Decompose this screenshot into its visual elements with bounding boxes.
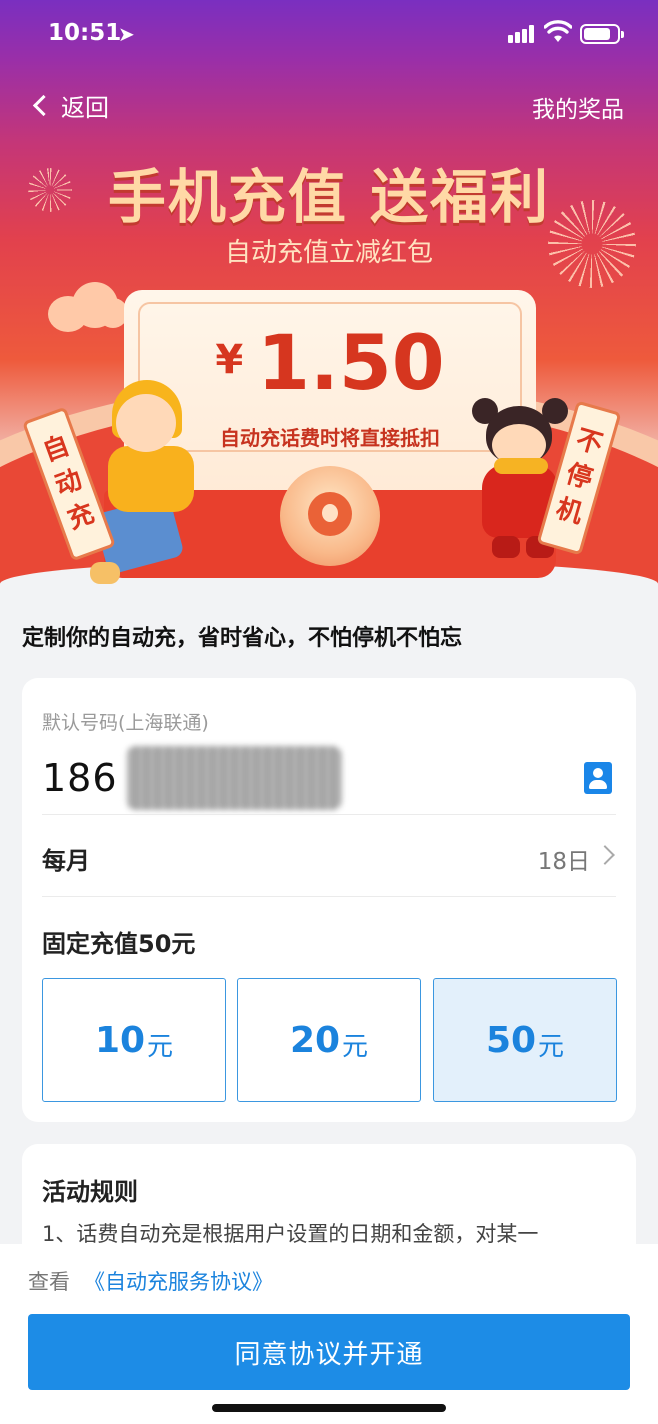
back-button[interactable]: 返回: [30, 88, 109, 123]
amount-value: 50: [485, 1019, 537, 1061]
amount-unit: 元: [538, 1031, 565, 1062]
battery-icon: [580, 24, 624, 44]
amount-value: 10: [94, 1019, 146, 1061]
contacts-icon[interactable]: [584, 762, 612, 794]
number-label: 默认号码(上海联通): [42, 712, 209, 734]
cellular-signal-icon: [508, 25, 536, 43]
recharge-day-selector[interactable]: 每月 18日: [22, 815, 636, 896]
recharge-day-value: 18日: [537, 849, 590, 875]
agreement-line: 查看 《自动充服务协议》: [28, 1266, 273, 1296]
status-time: 10:51: [48, 20, 122, 46]
red-packet-seal: [280, 466, 380, 566]
amount-option-20[interactable]: 20 元: [237, 978, 421, 1102]
phone-number-field[interactable]: 186: [42, 756, 118, 800]
agreement-prefix: 查看: [28, 1270, 70, 1294]
agree-and-activate-button[interactable]: 同意协议并开通: [28, 1314, 630, 1390]
location-arrow-icon: ➤: [118, 22, 135, 46]
bottom-action-bar: 查看 《自动充服务协议》 同意协议并开通: [0, 1244, 658, 1424]
amount-value: 20: [289, 1019, 341, 1061]
currency-symbol: ¥: [215, 337, 244, 383]
amount-option-50[interactable]: 50 元: [433, 978, 617, 1102]
brand-logo-icon: [308, 492, 352, 536]
home-indicator[interactable]: [212, 1404, 446, 1412]
status-bar: 10:51 ➤: [0, 0, 658, 70]
redacted-phone-digits: [126, 746, 342, 810]
rules-title: 活动规则: [42, 1178, 138, 1206]
chevron-left-icon: [32, 94, 55, 117]
divider: [42, 896, 616, 897]
cloud-icon: [48, 282, 128, 332]
chevron-right-icon: [595, 845, 615, 865]
banner-subhead: 自动充值立减红包: [224, 238, 433, 268]
my-prizes-link[interactable]: 我的奖品: [532, 90, 624, 124]
amount-unit: 元: [342, 1031, 369, 1062]
amount-unit: 元: [147, 1031, 174, 1062]
agreement-link[interactable]: 《自动充服务协议》: [84, 1270, 273, 1294]
fixed-amount-label: 固定充值50元: [42, 930, 196, 958]
auto-recharge-panel: 默认号码(上海联通) 186 每月 18日 固定充值50元 10 元 20 元 50…: [22, 678, 636, 1122]
frequency-label: 每月: [42, 847, 90, 875]
boy-illustration: [90, 380, 210, 590]
discount-value: 1.50: [257, 318, 445, 407]
intro-text: 定制你的自动充，省时省心，不怕停机不怕忘: [22, 626, 463, 651]
wifi-icon: [544, 20, 572, 42]
amount-option-10[interactable]: 10 元: [42, 978, 226, 1102]
banner-headline: 手机充值 送福利: [107, 163, 551, 231]
back-label: 返回: [61, 94, 109, 122]
